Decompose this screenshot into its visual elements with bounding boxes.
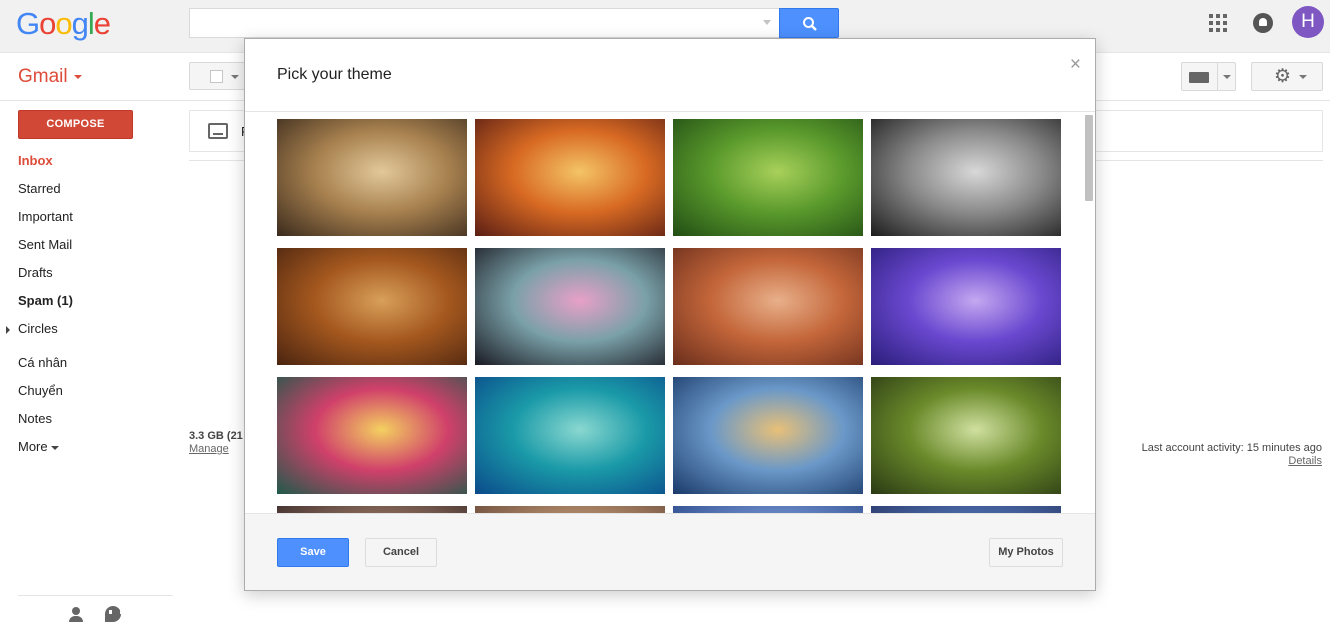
logo-letter: e (93, 6, 111, 41)
activity-details-link[interactable]: Details (1288, 455, 1322, 467)
theme-thumbnail-leaves[interactable] (277, 248, 467, 365)
theme-thumbnail-sky[interactable] (871, 506, 1061, 513)
storage-usage: 3.3 GB (21 (189, 430, 243, 442)
account-avatar[interactable]: H (1292, 6, 1324, 38)
logo-letter: G (16, 6, 40, 41)
sidebar-item-label: Sent Mail (18, 237, 73, 252)
logo-letter: g (71, 6, 89, 41)
sidebar-item-notes[interactable]: Notes (0, 407, 180, 435)
theme-thumbnail-bokeh[interactable] (475, 248, 665, 365)
save-button[interactable]: Save (277, 538, 349, 567)
search-input[interactable] (189, 8, 780, 38)
hangouts-footer (0, 595, 180, 635)
cancel-button[interactable]: Cancel (365, 538, 437, 567)
sidebar-item-more[interactable]: More (0, 435, 180, 463)
gear-icon: ⚙ (1274, 66, 1292, 87)
sidebar-item-label: Spam (1) (18, 293, 73, 308)
theme-thumbnail-beach[interactable] (673, 377, 863, 494)
sidebar-nav: Inbox Starred Important Sent Mail Drafts Spam… (0, 149, 180, 463)
dialog-title: Pick your theme (277, 66, 392, 83)
sidebar-item-label: Starred (18, 181, 61, 196)
sidebar-item-important[interactable]: Important (0, 205, 180, 233)
apps-grid-icon[interactable] (1209, 14, 1227, 32)
scrollbar-thumb[interactable] (1085, 115, 1093, 201)
sidebar-item-label: Cá nhân (18, 355, 68, 370)
sidebar-item-chuy-n[interactable]: Chuyển (0, 379, 180, 407)
dialog-footer: Save Cancel My Photos (245, 513, 1095, 590)
sidebar-item-inbox[interactable]: Inbox (0, 149, 180, 177)
divider (1217, 63, 1218, 90)
scrollbar[interactable] (1085, 113, 1093, 513)
expand-triangle-icon[interactable] (6, 326, 10, 334)
google-logo[interactable]: Google (16, 6, 111, 42)
sidebar-item-drafts[interactable]: Drafts (0, 261, 180, 289)
sidebar-item-sent-mail[interactable]: Sent Mail (0, 233, 180, 261)
gmail-app-menu[interactable]: Gmail (18, 66, 82, 88)
theme-picker-dialog: Pick your theme × Save Cancel My Photos (244, 38, 1096, 591)
input-tools-button[interactable] (1181, 62, 1236, 91)
theme-thumbnail-jellyfish[interactable] (871, 248, 1061, 365)
logo-letter: o (55, 6, 72, 41)
search-button[interactable] (779, 8, 839, 38)
manage-storage-link[interactable]: Manage (189, 443, 229, 455)
theme-grid (245, 113, 1095, 513)
chevron-down-icon[interactable] (1223, 75, 1231, 79)
sidebar-item-c-nh-n[interactable]: Cá nhân (0, 351, 180, 379)
chevron-down-icon (231, 75, 239, 79)
chevron-down-icon (1299, 75, 1307, 79)
theme-thumbnail-forest[interactable] (871, 377, 1061, 494)
sidebar-item-label: Circles (18, 321, 58, 336)
sidebar-item-label: Notes (18, 411, 52, 426)
app-name: Gmail (18, 66, 68, 87)
close-icon[interactable]: × (1070, 55, 1081, 74)
keyboard-icon (1189, 72, 1209, 83)
theme-thumbnail-chess[interactable] (277, 119, 467, 236)
theme-thumbnail-sunset[interactable] (277, 506, 467, 513)
chevron-down-icon (50, 445, 59, 450)
theme-thumbnail-canyon[interactable] (475, 119, 665, 236)
theme-thumbnail-water-drop[interactable] (277, 377, 467, 494)
sidebar-item-label: More (18, 439, 48, 454)
sidebar-item-spam-1[interactable]: Spam (1) (0, 289, 180, 317)
search-icon (803, 17, 817, 31)
sidebar-item-starred[interactable]: Starred (0, 177, 180, 205)
dialog-header: Pick your theme × (245, 39, 1095, 112)
settings-button[interactable]: ⚙ (1251, 62, 1323, 91)
sidebar-item-label: Inbox (18, 153, 53, 168)
theme-thumbnail-grand-canyon[interactable] (673, 248, 863, 365)
checkbox-icon (210, 70, 223, 83)
sidebar-item-label: Drafts (18, 265, 53, 280)
compose-button[interactable]: COMPOSE (18, 110, 133, 139)
activity-text: Last account activity: 15 minutes ago (1141, 442, 1322, 454)
divider (18, 595, 173, 596)
theme-thumbnail-desert[interactable] (475, 506, 665, 513)
storage-info: 3.3 GB (21 Manage (189, 430, 243, 456)
select-all-dropdown[interactable] (189, 62, 245, 90)
contacts-person-icon[interactable] (68, 607, 84, 623)
hangouts-icon[interactable] (105, 606, 123, 622)
account-activity: Last account activity: 15 minutes ago De… (1142, 442, 1322, 468)
theme-thumbnail-coast[interactable] (673, 506, 863, 513)
theme-thumbnail-pipes[interactable] (871, 119, 1061, 236)
logo-letter: o (39, 6, 56, 41)
search-options-caret-icon[interactable] (763, 20, 771, 25)
theme-thumbnail-caterpillar[interactable] (673, 119, 863, 236)
my-photos-button[interactable]: My Photos (989, 538, 1063, 567)
sidebar-item-label: Important (18, 209, 73, 224)
sidebar-item-label: Chuyển (18, 383, 63, 398)
chevron-down-icon (73, 74, 82, 79)
sidebar-item-circles[interactable]: Circles (0, 317, 180, 345)
theme-thumbnail-lake[interactable] (475, 377, 665, 494)
inbox-tray-icon (208, 123, 228, 139)
notifications-bell-icon[interactable] (1253, 13, 1273, 33)
